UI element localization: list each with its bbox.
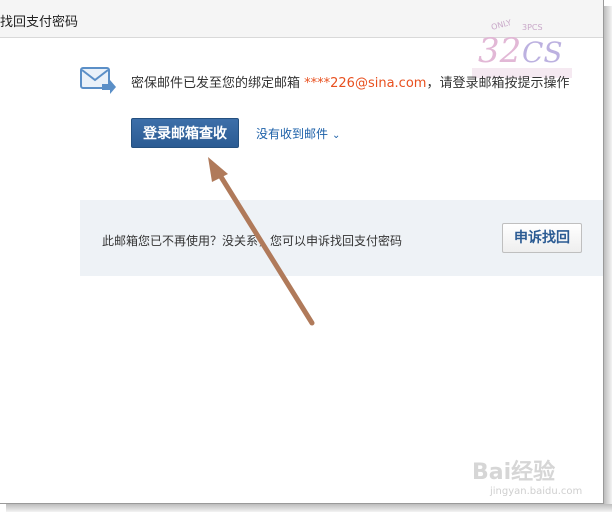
baidu-watermark: Bai经验	[472, 460, 556, 485]
not-received-link[interactable]: 没有收到邮件 ⌄	[256, 125, 340, 142]
baidu-watermark-sub: jingyan.baidu.com	[490, 486, 583, 497]
sent-notice: 密保邮件已发至您的绑定邮箱 ****226@sina.com，请登录邮箱按提示操…	[131, 72, 569, 91]
login-mailbox-button[interactable]: 登录邮箱查收	[131, 118, 239, 148]
dialog-window: 找回支付密码 ONLY 3PCS 32 CS 密保邮件已发至您的绑定邮箱 ***…	[0, 0, 604, 504]
watermark-cs-text: CS	[522, 36, 563, 69]
watermark-small-text: ONLY	[490, 18, 512, 32]
mail-forward-icon	[80, 67, 116, 94]
bound-email: ****226@sina.com	[304, 76, 427, 91]
watermark-pcs-text: 3PCS	[522, 23, 543, 32]
watermark-32-text: 32	[478, 31, 521, 71]
notice-suffix: ，请登录邮箱按提示操作	[426, 76, 570, 91]
notice-prefix: 密保邮件已发至您的绑定邮箱	[131, 76, 305, 91]
window-shadow-bottom	[6, 504, 612, 512]
appeal-button[interactable]: 申诉找回	[502, 223, 582, 253]
not-received-label[interactable]: 没有收到邮件	[256, 127, 328, 141]
chevron-down-icon[interactable]: ⌄	[332, 130, 340, 141]
window-shadow-right	[604, 6, 612, 509]
appeal-panel-text: 此邮箱您已不再使用？没关系，您可以申诉找回支付密码	[102, 234, 403, 248]
page-title: 找回支付密码	[0, 15, 79, 30]
